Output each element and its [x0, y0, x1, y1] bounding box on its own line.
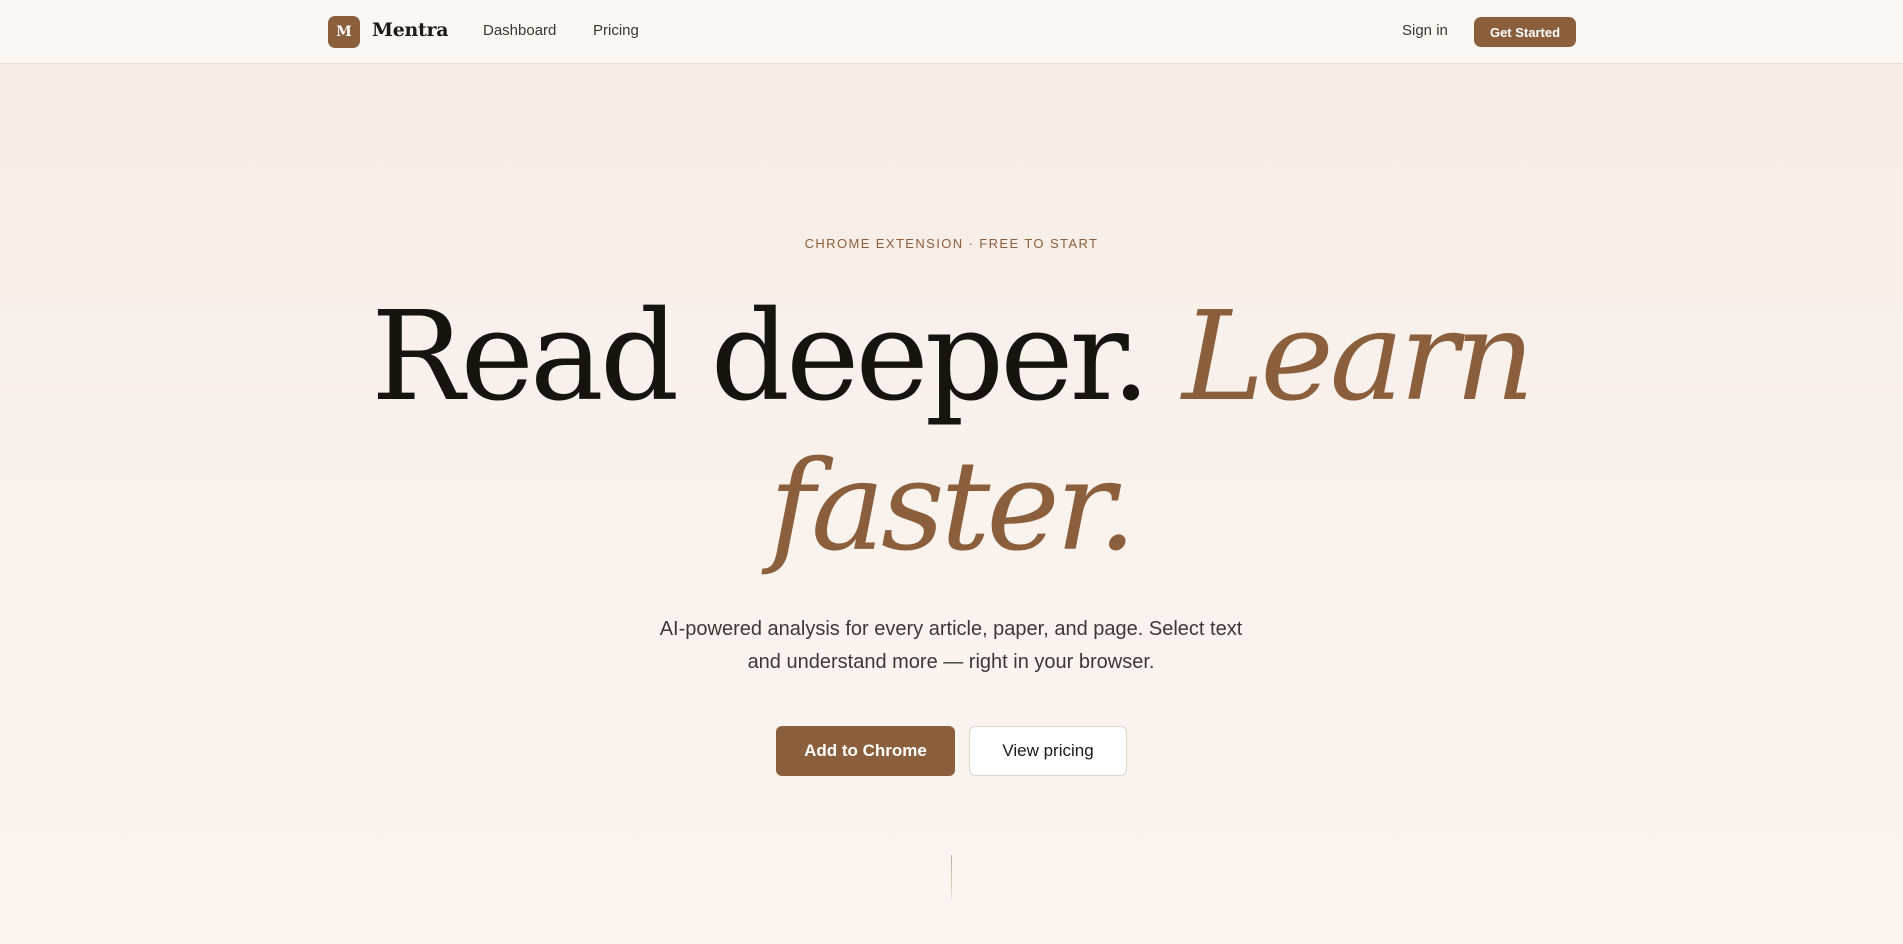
add-to-chrome-button[interactable]: Add to Chrome	[776, 726, 955, 776]
top-navbar: M Mentra Dashboard Pricing Sign in Get S…	[0, 0, 1903, 64]
brand-name[interactable]: Mentra	[372, 19, 449, 41]
nav-link-pricing[interactable]: Pricing	[593, 22, 639, 39]
sign-in-link[interactable]: Sign in	[1402, 22, 1448, 39]
view-pricing-button[interactable]: View pricing	[969, 726, 1127, 776]
hero-headline: Read deeper. Learn faster.	[301, 282, 1601, 582]
get-started-button[interactable]: Get Started	[1474, 17, 1576, 47]
logo-icon[interactable]: M	[328, 16, 360, 48]
hero-subtext: AI-powered analysis for every article, p…	[659, 618, 1243, 673]
hero-eyebrow: CHROME EXTENSION · FREE TO START	[804, 236, 1099, 251]
nav-link-dashboard[interactable]: Dashboard	[483, 22, 556, 39]
scroll-indicator-icon	[951, 855, 952, 899]
headline-plain: Read deeper.	[371, 285, 1183, 429]
